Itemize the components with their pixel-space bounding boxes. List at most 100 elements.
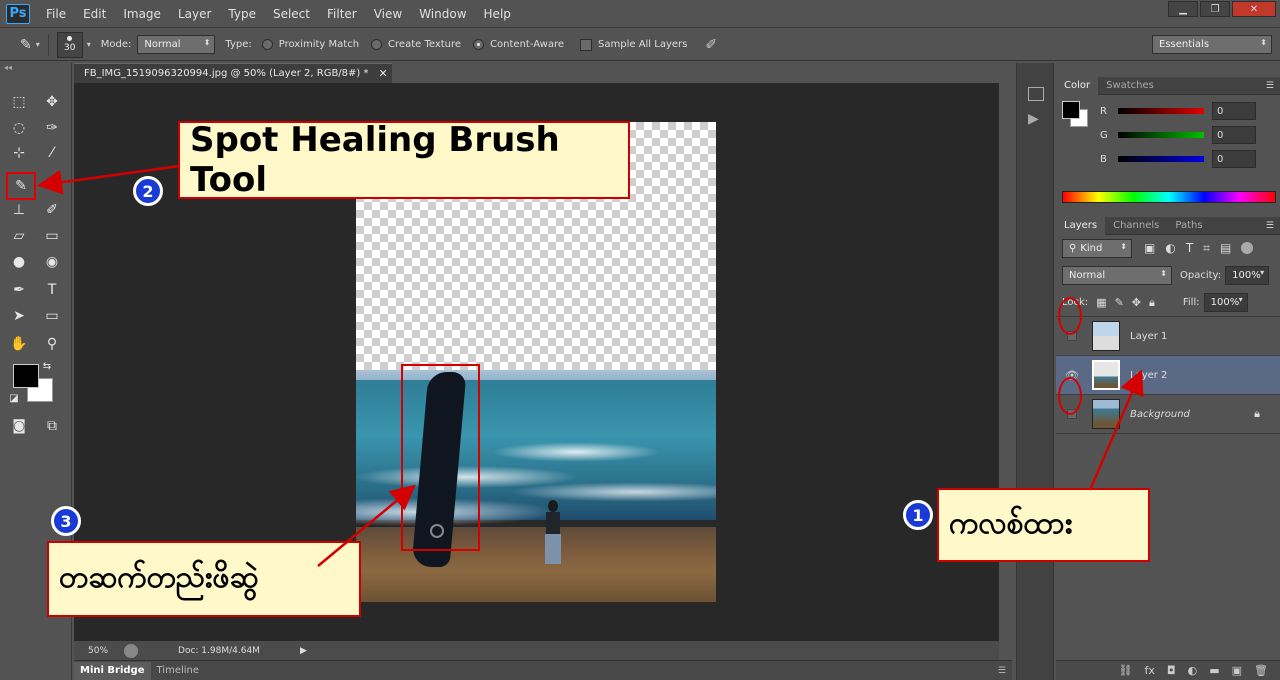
blue-value-input[interactable]: 0 (1212, 150, 1256, 168)
quick-mask-icon[interactable]: ◙ (7, 415, 31, 437)
green-slider[interactable] (1118, 132, 1204, 138)
zoom-icon[interactable]: ⚲ (40, 333, 64, 355)
history-icon[interactable] (1028, 87, 1044, 101)
create-texture-radio[interactable] (371, 39, 383, 50)
panel-menu-icon[interactable]: ☰ (1266, 81, 1274, 91)
brush-icon[interactable]: ✏ (40, 174, 64, 196)
lock-position-icon[interactable]: ✥ (1132, 296, 1141, 309)
spot-healing-brush-icon[interactable]: ✎ (6, 172, 36, 200)
fill-input[interactable]: 100% ▾ (1203, 293, 1248, 312)
layer-row-layer-2[interactable]: 👁︎ Layer 2 (1056, 356, 1280, 395)
opacity-input[interactable]: 100% ▾ (1225, 265, 1270, 285)
menu-view[interactable]: View (374, 7, 413, 21)
history-brush-icon[interactable]: ✐ (40, 199, 64, 221)
close-tab-icon[interactable]: ✕ (379, 67, 388, 80)
foreground-color-swatch[interactable] (13, 364, 39, 388)
link-layers-icon[interactable]: ⛓ (1119, 664, 1133, 677)
quick-selection-icon[interactable]: ✑ (40, 117, 64, 139)
filter-toggle-icon[interactable] (1241, 242, 1254, 254)
screen-mode-icon[interactable]: ⧉ (40, 415, 64, 437)
type-filter-icon[interactable]: T (1186, 241, 1193, 255)
new-layer-icon[interactable]: ▣ (1232, 664, 1242, 677)
swap-colors-icon[interactable]: ⇆ (40, 359, 54, 373)
pixel-filter-icon[interactable]: ▣ (1144, 241, 1155, 255)
menu-type[interactable]: Type (228, 7, 267, 21)
panel-menu-icon[interactable]: ☰ (1266, 221, 1274, 231)
dodge-icon[interactable]: ◉ (40, 251, 64, 273)
tab-layers[interactable]: Layers (1056, 216, 1106, 235)
tool-preset-dropdown-icon[interactable]: ▾ (36, 40, 40, 49)
mode-select[interactable]: Normal ⬍ (137, 35, 216, 54)
adjustment-layer-icon[interactable]: ◐ (1188, 664, 1198, 677)
panel-menu-icon[interactable]: ☰ (998, 666, 1006, 676)
color-spectrum-bar[interactable] (1062, 191, 1276, 203)
status-icon[interactable] (124, 643, 139, 658)
rectangle-shape-icon[interactable]: ▭ (40, 305, 64, 327)
add-mask-icon[interactable]: ◘ (1167, 664, 1176, 677)
rectangular-marquee-icon[interactable]: ⬚ (7, 91, 31, 113)
type-tool-icon[interactable]: T (40, 279, 64, 301)
default-colors-icon[interactable]: ◪ (7, 391, 21, 405)
lock-transparent-icon[interactable]: ▦ (1096, 296, 1106, 309)
tab-swatches[interactable]: Swatches (1098, 77, 1162, 95)
red-slider[interactable] (1118, 108, 1204, 114)
minimize-button[interactable]: ▁ (1168, 1, 1198, 17)
new-group-icon[interactable]: ▬ (1209, 664, 1219, 677)
tab-color[interactable]: Color (1056, 76, 1099, 95)
eraser-icon[interactable]: ▱ (7, 225, 31, 247)
kind-filter-select[interactable]: ⚲ Kind ⬍ (1062, 238, 1132, 258)
pressure-size-icon[interactable]: ✐ (705, 37, 717, 53)
close-button[interactable]: ✕ (1232, 1, 1276, 17)
red-value-input[interactable]: 0 (1212, 102, 1256, 120)
menu-filter[interactable]: Filter (327, 7, 368, 21)
layer-row-background[interactable]: Background 🔒︎ (1056, 395, 1280, 434)
tab-mini-bridge[interactable]: Mini Bridge (74, 661, 151, 680)
tab-timeline[interactable]: Timeline (151, 662, 206, 680)
lasso-icon[interactable]: ◌ (7, 117, 31, 139)
brush-dropdown-icon[interactable]: ▾ (87, 40, 91, 49)
layer-name[interactable]: Layer 2 (1130, 370, 1167, 381)
move-tool-icon[interactable]: ✥ (40, 91, 64, 113)
spot-healing-tool-preset-icon[interactable]: ✎ (20, 37, 32, 53)
eyedropper-icon[interactable]: ⁄ (40, 142, 64, 164)
restore-button[interactable]: ❐ (1200, 1, 1230, 17)
menu-select[interactable]: Select (273, 7, 321, 21)
collapse-toolbox-icon[interactable]: ◂◂ (4, 63, 12, 72)
lock-image-icon[interactable]: ✎ (1115, 296, 1124, 309)
blend-mode-select[interactable]: Normal ⬍ (1062, 265, 1172, 285)
tab-channels[interactable]: Channels (1105, 217, 1167, 235)
path-selection-icon[interactable]: ➤ (7, 305, 31, 327)
clone-stamp-icon[interactable]: ⊥ (7, 199, 31, 221)
menu-help[interactable]: Help (484, 7, 522, 21)
layer-row-layer-1[interactable]: Layer 1 (1056, 317, 1280, 356)
adjustment-filter-icon[interactable]: ◐ (1165, 241, 1175, 255)
blur-icon[interactable]: ● (7, 251, 31, 273)
actions-play-icon[interactable]: ▶ (1028, 111, 1053, 127)
status-menu-arrow-icon[interactable]: ▶ (300, 646, 307, 656)
tab-paths[interactable]: Paths (1167, 217, 1210, 235)
menu-window[interactable]: Window (419, 7, 477, 21)
sample-all-layers-checkbox[interactable] (580, 38, 593, 51)
lock-all-icon[interactable]: 🔒︎ (1149, 296, 1155, 310)
delete-layer-icon[interactable]: 🗑︎ (1254, 664, 1268, 677)
menu-layer[interactable]: Layer (178, 7, 222, 21)
blue-slider[interactable] (1118, 156, 1204, 162)
fg-color-chip[interactable] (1062, 101, 1080, 119)
menu-edit[interactable]: Edit (83, 7, 117, 21)
zoom-level[interactable]: 50% (88, 646, 108, 656)
layer-name[interactable]: Background (1130, 409, 1190, 420)
shape-filter-icon[interactable]: ⌗ (1203, 241, 1210, 256)
hand-icon[interactable]: ✋ (7, 333, 31, 355)
workspace-select[interactable]: Essentials ⬍ (1152, 35, 1272, 54)
green-value-input[interactable]: 0 (1212, 126, 1256, 144)
proximity-match-radio[interactable] (261, 39, 273, 50)
fx-icon[interactable]: fx (1145, 664, 1155, 677)
content-aware-radio[interactable] (473, 39, 485, 50)
layer-name[interactable]: Layer 1 (1130, 331, 1167, 342)
menu-image[interactable]: Image (123, 7, 172, 21)
menu-file[interactable]: File (46, 7, 77, 21)
crop-icon[interactable]: ⊹ (7, 142, 31, 164)
pen-icon[interactable]: ✒ (7, 279, 31, 301)
brush-size-picker[interactable]: 30 (56, 31, 83, 58)
smart-object-filter-icon[interactable]: ▤ (1220, 241, 1231, 255)
